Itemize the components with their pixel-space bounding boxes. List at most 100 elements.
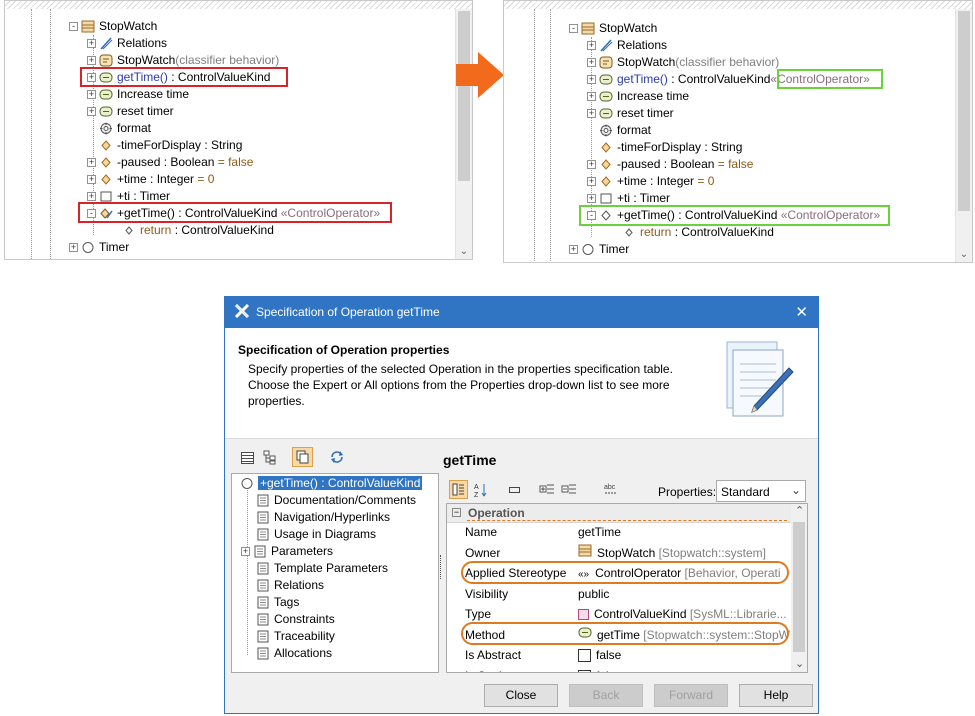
expand-icon[interactable]: +	[87, 175, 96, 185]
scroll-down-arrow[interactable]: ⌄	[956, 249, 972, 260]
expand-all-icon[interactable]	[539, 483, 555, 497]
expand-icon[interactable]: +	[87, 56, 96, 66]
sort-alphabetical-icon[interactable]: AZ	[474, 482, 488, 499]
nav-item[interactable]: Template Parameters	[256, 560, 388, 577]
find-property-icon[interactable]: abc	[603, 482, 619, 496]
properties-vscroll[interactable]: ⌃ ⌄	[791, 504, 807, 672]
expand-icon[interactable]: +	[569, 245, 578, 255]
tree-row[interactable]: + Increase time	[587, 88, 689, 105]
tree-row[interactable]: + reset timer	[587, 105, 674, 122]
expand-icon[interactable]: +	[87, 90, 96, 100]
properties-group-row[interactable]: − Operation	[447, 504, 792, 523]
collapse-icon[interactable]	[509, 487, 520, 493]
highlight-stereotype-right	[777, 69, 883, 89]
nav-item[interactable]: Allocations	[256, 645, 332, 662]
tree-row[interactable]: return : ControlValueKind	[622, 224, 774, 241]
tree-row[interactable]: format	[99, 120, 151, 137]
dialog-titlebar[interactable]: Specification of Operation getTime ✕	[225, 297, 818, 328]
expand-icon[interactable]: +	[587, 194, 596, 204]
property-key: Is Abstract	[465, 648, 522, 662]
expand-icon[interactable]: +	[241, 547, 250, 557]
nav-item[interactable]: Constraints	[256, 611, 335, 628]
tree-row[interactable]: + StopWatch(classifier behavior)	[587, 54, 779, 71]
tree-node-type: : ControlValueKind	[667, 72, 771, 86]
tree-row[interactable]: + -paused : Boolean = false	[87, 154, 253, 171]
nav-item[interactable]: Traceability	[256, 628, 335, 645]
property-row[interactable]: Is Static false	[447, 666, 792, 672]
property-row[interactable]: Visibility public	[447, 584, 792, 604]
tree-row[interactable]: -timeForDisplay : String	[599, 139, 742, 156]
categorized-view-icon[interactable]	[449, 480, 468, 499]
relations-icon	[99, 37, 113, 50]
nav-item[interactable]: Relations	[256, 577, 324, 594]
nav-item[interactable]: + Parameters	[241, 543, 333, 560]
nav-item[interactable]: Usage in Diagrams	[256, 526, 376, 543]
tree-row[interactable]: + Timer	[569, 241, 629, 258]
property-row[interactable]: Is Abstract false	[447, 645, 792, 665]
diamond-icon	[99, 139, 113, 152]
nav-item[interactable]: Navigation/Hyperlinks	[256, 509, 390, 526]
scroll-down-arrow[interactable]: ⌄	[456, 246, 472, 257]
property-row[interactable]: Type ControlValueKind [SysML::Librarie...	[447, 604, 792, 624]
property-row[interactable]: Name getTime	[447, 522, 792, 542]
nav-item[interactable]: Tags	[256, 594, 299, 611]
document-icon	[256, 647, 270, 660]
tree-row[interactable]: + Increase time	[87, 86, 189, 103]
tree-row[interactable]: return : ControlValueKind	[122, 222, 274, 239]
tree-row[interactable]: - StopWatch	[69, 18, 157, 35]
tree-row[interactable]: + -paused : Boolean = false	[587, 156, 753, 173]
forward-button[interactable]: Forward	[654, 684, 728, 707]
scroll-up-arrow[interactable]: ⌃	[795, 504, 804, 517]
close-icon[interactable]: ✕	[795, 303, 808, 321]
splitter-handle[interactable]	[440, 555, 444, 579]
collapse-group-icon[interactable]: −	[452, 508, 461, 517]
scroll-down-arrow[interactable]: ⌄	[795, 657, 804, 670]
collapse-icon[interactable]: -	[569, 24, 578, 34]
tree-row[interactable]: + reset timer	[87, 103, 174, 120]
nav-item[interactable]: Documentation/Comments	[256, 492, 416, 509]
collapse-icon[interactable]: -	[69, 22, 78, 32]
expand-icon[interactable]: +	[587, 58, 596, 68]
checkbox[interactable]	[578, 669, 591, 672]
expand-icon[interactable]: +	[87, 107, 96, 117]
expand-icon[interactable]: +	[587, 177, 596, 187]
checkbox[interactable]	[578, 649, 591, 663]
refresh-icon[interactable]	[329, 449, 345, 465]
vertical-scrollbar[interactable]: ⌄	[955, 9, 972, 262]
tree-row[interactable]: format	[599, 122, 651, 139]
tree-row[interactable]: - StopWatch	[569, 20, 657, 37]
expand-icon[interactable]: +	[69, 243, 78, 253]
tree-row[interactable]: + Relations	[587, 37, 667, 54]
vertical-scrollbar[interactable]: ⌄	[455, 9, 472, 259]
expand-icon[interactable]: +	[87, 158, 96, 168]
list-view-icon[interactable]	[241, 452, 254, 464]
property-value: StopWatch [Stopwatch::system]	[578, 543, 766, 563]
properties-dropdown-value: Standard	[721, 485, 770, 499]
expand-icon[interactable]: +	[587, 92, 596, 102]
copy-view-icon[interactable]	[292, 447, 313, 467]
scrollbar-thumb[interactable]	[958, 11, 970, 211]
tree-view-icon[interactable]	[263, 450, 277, 465]
navigation-tree[interactable]: +getTime() : ControlValueKind Documentati…	[231, 473, 439, 673]
expand-icon[interactable]: +	[87, 39, 96, 49]
tree-guide	[534, 9, 535, 261]
expand-icon[interactable]: +	[587, 109, 596, 119]
nav-item[interactable]: +getTime() : ControlValueKind	[240, 475, 423, 492]
scrollbar-thumb[interactable]	[793, 522, 805, 652]
property-row[interactable]: Owner StopWatch [Stopwatch::system]	[447, 543, 792, 563]
properties-table[interactable]: − Operation Name getTime Owner StopWatch [S…	[446, 503, 808, 673]
tree-row[interactable]: + Timer	[69, 239, 129, 256]
tree-row[interactable]: + +time : Integer = 0	[87, 171, 214, 188]
collapse-all-icon[interactable]	[561, 483, 577, 497]
expand-icon[interactable]: +	[587, 41, 596, 51]
tree-row[interactable]: + +time : Integer = 0	[587, 173, 714, 190]
properties-dropdown[interactable]: Standard ⌄	[716, 480, 806, 502]
tree-row[interactable]: -timeForDisplay : String	[99, 137, 242, 154]
close-button[interactable]: Close	[484, 684, 558, 707]
expand-icon[interactable]: +	[87, 192, 96, 202]
expand-icon[interactable]: +	[587, 160, 596, 170]
tree-row[interactable]: + Relations	[87, 35, 167, 52]
help-button[interactable]: Help	[739, 684, 813, 707]
back-button[interactable]: Back	[569, 684, 643, 707]
expand-icon[interactable]: +	[587, 75, 596, 85]
